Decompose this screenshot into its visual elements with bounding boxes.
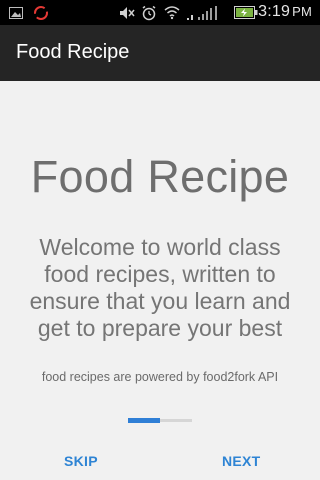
powered-by-text: food recipes are powered by food2fork AP… [41,370,279,384]
app-title: Food Recipe [16,41,130,63]
skip-button[interactable]: SKIP [64,453,98,469]
next-button[interactable]: NEXT [222,453,261,469]
page-progress-fill [128,418,160,423]
page-progress-indicator [128,418,192,423]
welcome-text: Welcome to world class food recipes, wri… [29,234,291,341]
onboarding-page: Food Recipe Welcome to world class food … [0,81,320,480]
battery-charging-icon [233,4,259,21]
status-time-value: 3:19 [258,3,291,20]
signal-icon [186,4,222,21]
sync-icon [32,4,50,21]
page-title: Food Recipe [30,151,290,202]
status-time: 3:19 PM [258,3,312,21]
image-icon [8,4,24,21]
alarm-icon [140,4,158,21]
wifi-icon [163,4,181,21]
action-bar: Food Recipe [0,25,320,81]
status-bar: 3:19 PM [0,0,320,25]
mute-icon [118,4,136,21]
status-time-suffix: PM [292,4,312,19]
